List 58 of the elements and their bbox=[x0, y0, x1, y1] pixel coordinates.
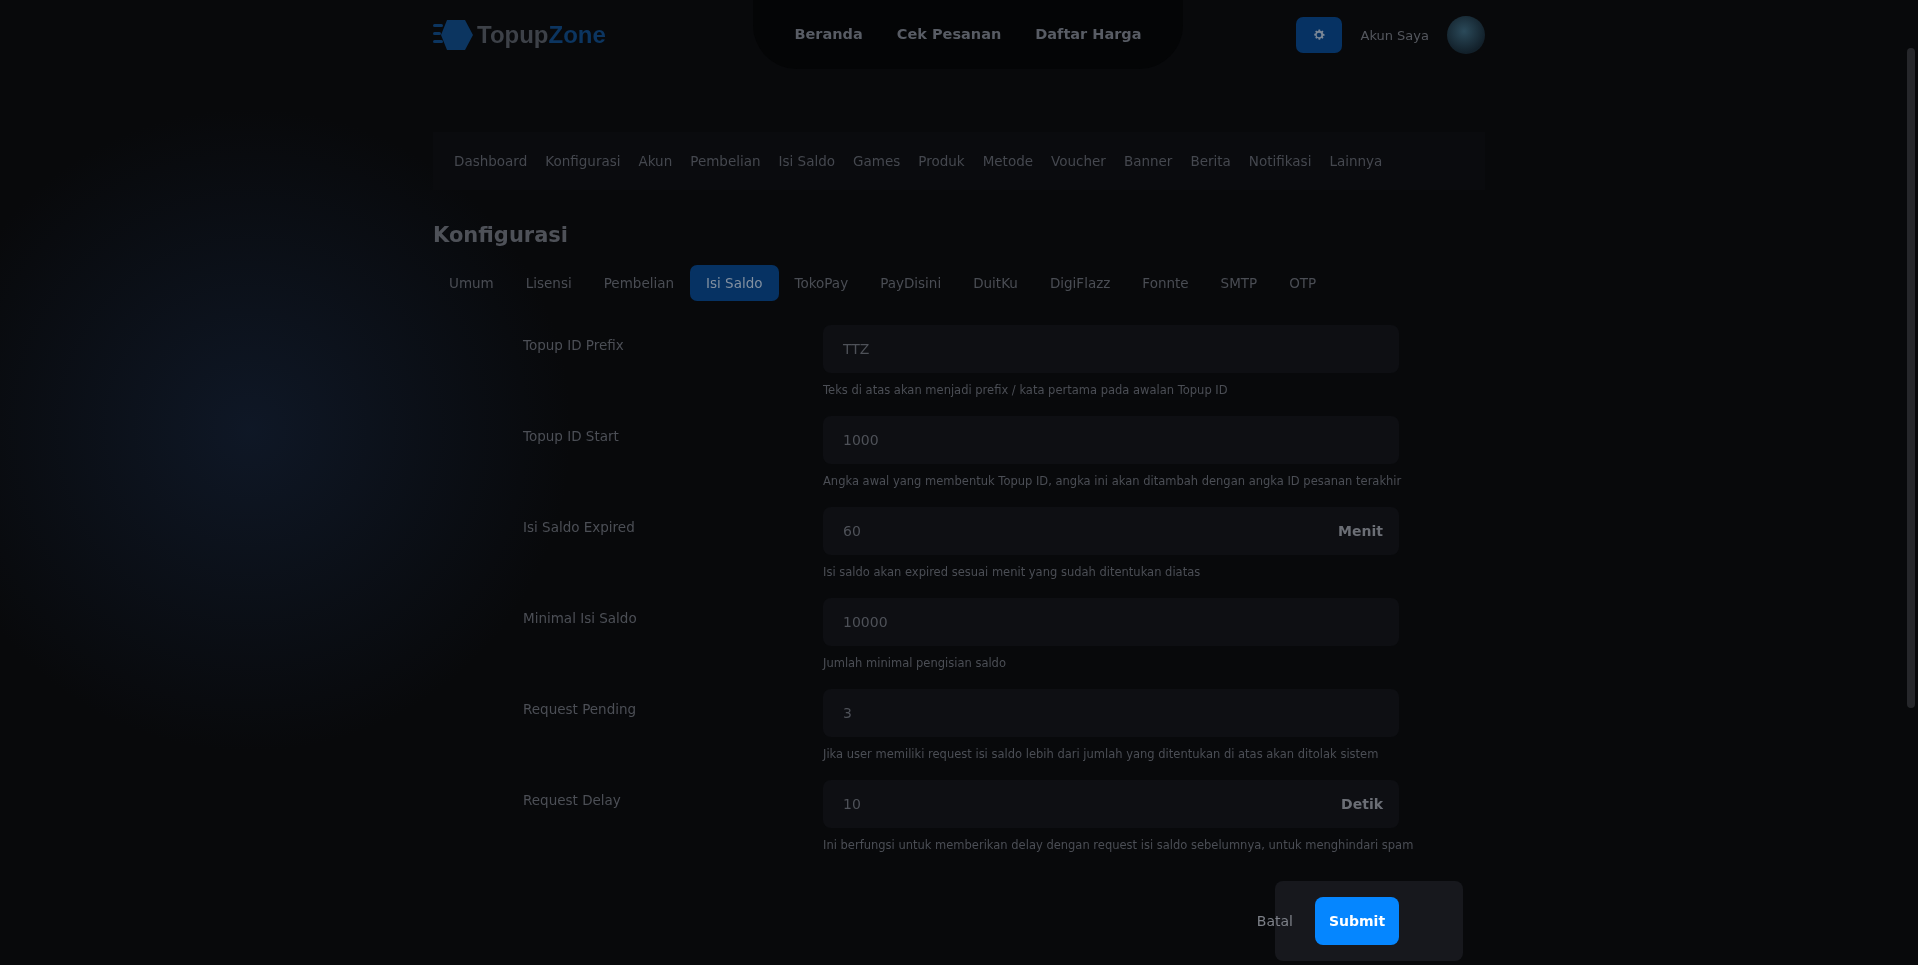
logo-icon bbox=[433, 18, 473, 52]
admin-nav-item[interactable]: Banner bbox=[1114, 153, 1182, 169]
field-label: Isi Saldo Expired bbox=[523, 518, 636, 537]
avatar[interactable] bbox=[1447, 16, 1485, 54]
logo-text: TopupZone bbox=[477, 21, 606, 49]
unit-label: Menit bbox=[1338, 523, 1383, 539]
tab[interactable]: OTP bbox=[1273, 265, 1333, 301]
tab[interactable]: DuitKu bbox=[957, 265, 1034, 301]
tab[interactable]: Pembelian bbox=[587, 265, 691, 301]
tab[interactable]: Isi Saldo bbox=[690, 265, 779, 301]
admin-nav-item[interactable]: Akun bbox=[629, 153, 682, 169]
tab[interactable]: SMTP bbox=[1204, 265, 1274, 301]
tab[interactable]: Umum bbox=[433, 265, 510, 301]
input-field[interactable]: 1000 bbox=[823, 416, 1399, 464]
unit-label: Detik bbox=[1341, 796, 1383, 812]
field-label: Request Delay bbox=[523, 791, 622, 810]
admin-nav-item[interactable]: Isi Saldo bbox=[769, 153, 845, 169]
nav-link[interactable]: Daftar Harga bbox=[1035, 26, 1142, 42]
admin-nav-item[interactable]: Berita bbox=[1181, 153, 1240, 169]
input-field[interactable]: TTZ bbox=[823, 325, 1399, 373]
settings-icon bbox=[1312, 28, 1327, 42]
tab[interactable]: DigiFlazz bbox=[1033, 265, 1127, 301]
logo[interactable]: TopupZone bbox=[433, 18, 753, 52]
help-text: Isi saldo akan expired sesuai menit yang sudah ditentukan diatas bbox=[823, 565, 1201, 579]
nav-link[interactable]: Beranda bbox=[794, 26, 863, 42]
page-title: Konfigurasi bbox=[433, 223, 570, 247]
tab[interactable]: Lisensi bbox=[509, 265, 588, 301]
admin-nav-item[interactable]: Metode bbox=[973, 153, 1043, 169]
admin-nav-item[interactable]: Lainnya bbox=[1320, 153, 1392, 169]
nav-link[interactable]: Cek Pesanan bbox=[896, 26, 1002, 42]
admin-nav-item[interactable]: Konfigurasi bbox=[536, 153, 630, 169]
admin-nav-item[interactable]: Voucher bbox=[1042, 153, 1115, 169]
account-link[interactable]: Akun Saya bbox=[1360, 27, 1429, 43]
admin-nav-item[interactable]: Games bbox=[844, 153, 910, 169]
help-text: Jumlah minimal pengisian saldo bbox=[823, 656, 1006, 670]
help-text: Teks di atas akan menjadi prefix / kata pertama pada awalan Topup ID bbox=[823, 383, 1228, 397]
input-field[interactable]: 10 Detik bbox=[823, 780, 1399, 828]
settings-button[interactable] bbox=[1296, 17, 1343, 53]
input-field[interactable]: 10000 bbox=[823, 598, 1399, 646]
field-label: Topup ID Start bbox=[523, 427, 620, 446]
submit-button[interactable]: Submit bbox=[1315, 897, 1399, 945]
tab[interactable]: Fonnte bbox=[1126, 265, 1205, 301]
tab[interactable]: PayDisini bbox=[864, 265, 958, 301]
help-text: Jika user memiliki request isi saldo lebih dari jumlah yang ditentukan di atas akan ditolak sistem bbox=[823, 747, 1379, 761]
field-label: Request Pending bbox=[523, 700, 638, 719]
admin-nav-item[interactable]: Pembelian bbox=[681, 153, 770, 169]
field-label: Topup ID Prefix bbox=[523, 336, 625, 355]
admin-nav-item[interactable]: Dashboard bbox=[445, 153, 537, 169]
input-field[interactable]: 60 Menit bbox=[823, 507, 1399, 555]
field-label: Minimal Isi Saldo bbox=[523, 609, 638, 628]
input-field[interactable]: 3 bbox=[823, 689, 1399, 737]
cancel-button[interactable]: Batal bbox=[1256, 913, 1293, 929]
admin-nav-item[interactable]: Produk bbox=[909, 153, 974, 169]
admin-nav-item[interactable]: Notifikasi bbox=[1239, 153, 1321, 169]
tab[interactable]: TokoPay bbox=[778, 265, 865, 301]
scrollbar[interactable] bbox=[1907, 48, 1915, 708]
help-text: Angka awal yang membentuk Topup ID, angka ini akan ditambah dengan angka ID pesanan terakhir bbox=[823, 474, 1402, 488]
help-text: Ini berfungsi untuk memberikan delay dengan request isi saldo sebelumnya, untuk menghindari spam bbox=[823, 838, 1414, 852]
